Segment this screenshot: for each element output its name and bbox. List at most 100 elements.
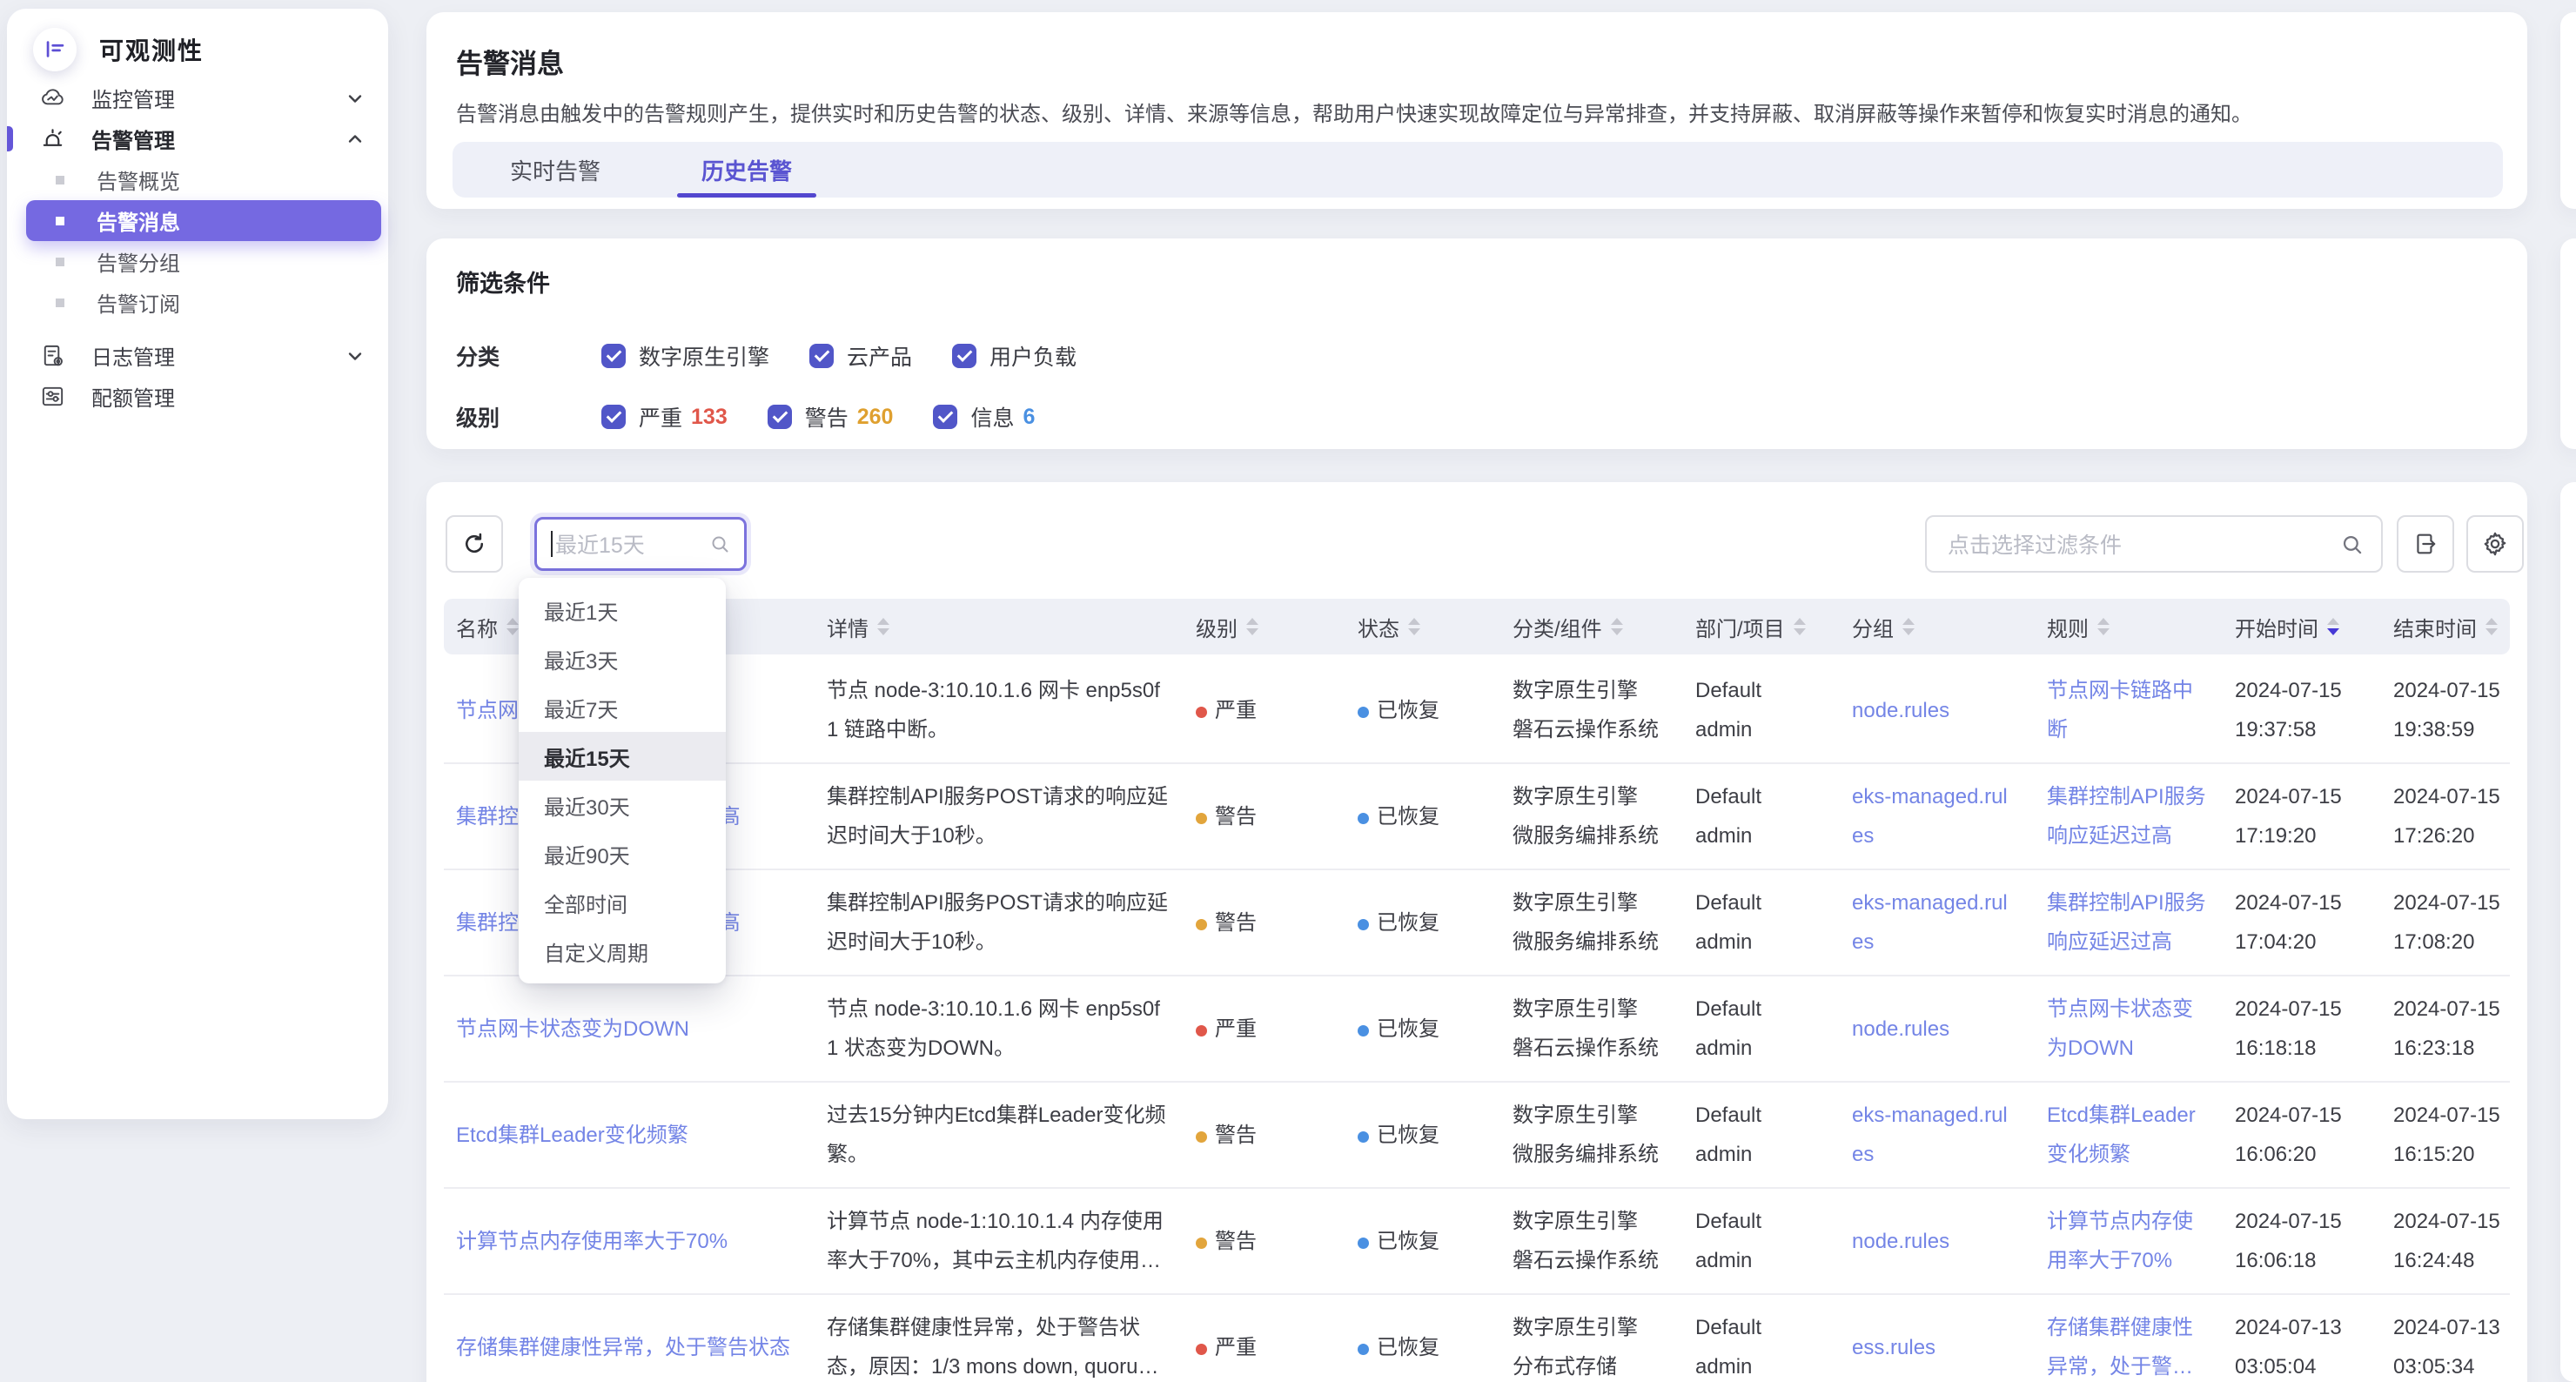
column-header-end[interactable]: 结束时间 bbox=[2393, 612, 2506, 642]
column-header-level[interactable]: 级别 bbox=[1196, 612, 1358, 642]
sidebar-item-monitor[interactable]: 监控管理 bbox=[7, 77, 388, 118]
cell-line: 集群控制API服务 bbox=[2047, 777, 2212, 816]
group-link[interactable]: node.rules bbox=[1852, 691, 2017, 730]
column-header-group[interactable]: 分组 bbox=[1852, 612, 2047, 642]
rule-link[interactable]: 节点网卡状态变为DOWN bbox=[2047, 990, 2212, 1068]
cell-name: 计算节点内存使用率大于70% bbox=[444, 1222, 827, 1261]
checkbox-checked-icon[interactable] bbox=[768, 405, 792, 429]
rule-link[interactable]: 集群控制API服务响应延迟过高 bbox=[2047, 777, 2212, 855]
refresh-button[interactable] bbox=[446, 515, 503, 573]
alert-name-link[interactable]: 计算节点内存使用率大于70% bbox=[456, 1230, 728, 1253]
sidebar-item-alert-messages[interactable]: 告警消息 bbox=[26, 200, 381, 241]
cell-line: es bbox=[1852, 1135, 2017, 1174]
column-header-rule[interactable]: 规则 bbox=[2047, 612, 2235, 642]
alert-name-link[interactable]: Etcd集群Leader变化频繁 bbox=[456, 1124, 688, 1147]
sidebar-item-alert-overview[interactable]: 告警概览 bbox=[26, 159, 381, 200]
filter-option[interactable]: 云产品 bbox=[809, 340, 912, 372]
group-link[interactable]: ess.rules bbox=[1852, 1328, 2017, 1367]
sort-arrows-icon[interactable] bbox=[1794, 618, 1806, 635]
sidebar-item-alert-subscriptions[interactable]: 告警订阅 bbox=[26, 282, 381, 323]
cell-line: 磐石云操作系统 bbox=[1513, 710, 1695, 749]
sidebar-toggle-button[interactable] bbox=[33, 28, 77, 71]
filter-option[interactable]: 数字原生引擎 bbox=[601, 340, 769, 372]
group-link[interactable]: eks-managed.rules bbox=[1852, 1096, 2017, 1174]
cell-line: 计算节点 node-1:10.10.1.4 内存使用 bbox=[827, 1202, 1177, 1241]
checkbox-checked-icon[interactable] bbox=[952, 344, 976, 368]
time-option[interactable]: 自定义周期 bbox=[519, 927, 726, 976]
cell-line: Default bbox=[1695, 1096, 1852, 1135]
sidebar-item-alert[interactable]: 告警管理 bbox=[7, 118, 388, 159]
cell-line: 分布式存储 bbox=[1513, 1347, 1695, 1382]
rule-link[interactable]: 计算节点内存使用率大于70% bbox=[2047, 1202, 2212, 1280]
sidebar-item-logs[interactable]: 日志管理 bbox=[7, 335, 388, 376]
sort-arrows-icon[interactable] bbox=[506, 618, 519, 635]
time-range-input[interactable]: 最近15天 bbox=[534, 517, 747, 571]
tab-realtime-alerts[interactable]: 实时告警 bbox=[486, 142, 625, 198]
filter-option[interactable]: 严重133 bbox=[601, 401, 728, 433]
cell-rule: 节点网卡状态变为DOWN bbox=[2047, 990, 2235, 1068]
column-header-dept[interactable]: 部门/项目 bbox=[1695, 612, 1852, 642]
cell-rule: 集群控制API服务响应延迟过高 bbox=[2047, 777, 2235, 855]
level-dot-icon bbox=[1196, 1344, 1207, 1355]
sort-arrows-icon[interactable] bbox=[877, 618, 889, 635]
cell-line: ess.rules bbox=[1852, 1328, 2017, 1367]
table-body: 节点网卡链路中断节点 node-3:10.10.1.6 网卡 enp5s0f1 … bbox=[444, 658, 2510, 1382]
time-option[interactable]: 全部时间 bbox=[519, 878, 726, 927]
rule-link[interactable]: 集群控制API服务响应延迟过高 bbox=[2047, 883, 2212, 962]
sidebar-item-quota[interactable]: 配额管理 bbox=[7, 376, 388, 417]
sort-arrows-icon[interactable] bbox=[1246, 618, 1258, 635]
time-option[interactable]: 最近30天 bbox=[519, 781, 726, 829]
page-title: 告警消息 bbox=[456, 42, 2527, 81]
group-link[interactable]: node.rules bbox=[1852, 1222, 2017, 1261]
group-link[interactable]: node.rules bbox=[1852, 1010, 2017, 1049]
column-header-status[interactable]: 状态 bbox=[1358, 612, 1513, 642]
settings-button[interactable] bbox=[2466, 515, 2524, 573]
filter-option[interactable]: 用户负载 bbox=[952, 340, 1077, 372]
rule-link[interactable]: 节点网卡链路中断 bbox=[2047, 671, 2212, 749]
time-option[interactable]: 最近3天 bbox=[519, 634, 726, 683]
cell-line: 存储集群健康性异常，处于警告状 bbox=[827, 1308, 1177, 1347]
sort-arrows-icon[interactable] bbox=[1902, 618, 1915, 635]
checkbox-checked-icon[interactable] bbox=[933, 405, 957, 429]
rule-link[interactable]: 存储集群健康性异常，处于警… bbox=[2047, 1308, 2212, 1382]
table-filter-input[interactable]: 点击选择过滤条件 bbox=[1925, 515, 2383, 573]
cell-line: 数字原生引擎 bbox=[1513, 1308, 1695, 1347]
sort-arrows-icon[interactable] bbox=[1611, 618, 1623, 635]
column-header-start[interactable]: 开始时间 bbox=[2235, 612, 2393, 642]
tab-history-alerts[interactable]: 历史告警 bbox=[677, 142, 816, 198]
filter-option[interactable]: 警告260 bbox=[768, 401, 894, 433]
column-header-details[interactable]: 详情 bbox=[827, 612, 1196, 642]
sort-desc-icon bbox=[506, 628, 519, 635]
cell-line: 17:04:20 bbox=[2235, 922, 2393, 962]
sort-arrows-icon[interactable] bbox=[2327, 618, 2339, 635]
chevron-up-icon bbox=[345, 129, 366, 150]
rule-link[interactable]: Etcd集群Leader变化频繁 bbox=[2047, 1096, 2212, 1174]
table-row: 计算节点内存使用率大于70% 计算节点 node-1:10.10.1.4 内存使用… bbox=[444, 1189, 2510, 1295]
time-option[interactable]: 最近7天 bbox=[519, 683, 726, 732]
sort-arrows-icon[interactable] bbox=[1408, 618, 1420, 635]
checkbox-checked-icon[interactable] bbox=[809, 344, 834, 368]
sort-asc-icon bbox=[1902, 618, 1915, 625]
checkbox-checked-icon[interactable] bbox=[601, 344, 626, 368]
cell-line: 16:18:18 bbox=[2235, 1029, 2393, 1068]
alert-name-link[interactable]: 节点网卡状态变为DOWN bbox=[456, 1017, 689, 1041]
time-option[interactable]: 最近1天 bbox=[519, 586, 726, 634]
sort-arrows-icon[interactable] bbox=[2485, 618, 2498, 635]
filter-option[interactable]: 信息6 bbox=[933, 401, 1035, 433]
sidebar-item-alert-groups[interactable]: 告警分组 bbox=[26, 241, 381, 282]
cell-department: Defaultadmin bbox=[1695, 1308, 1852, 1382]
group-link[interactable]: eks-managed.rules bbox=[1852, 883, 2017, 962]
group-link[interactable]: eks-managed.rules bbox=[1852, 777, 2017, 855]
cell-line: 为DOWN bbox=[2047, 1029, 2212, 1068]
alert-name-link[interactable]: 存储集群健康性异常，处于警告状态 bbox=[456, 1336, 790, 1359]
sort-arrows-icon[interactable] bbox=[2097, 618, 2110, 635]
column-header-cat[interactable]: 分类/组件 bbox=[1513, 612, 1695, 642]
export-button[interactable] bbox=[2397, 515, 2454, 573]
level-label: 警告 bbox=[1215, 805, 1257, 829]
cell-group: ess.rules bbox=[1852, 1328, 2047, 1367]
time-option[interactable]: 最近15天 bbox=[519, 732, 726, 781]
time-option[interactable]: 最近90天 bbox=[519, 829, 726, 878]
text-cursor bbox=[551, 531, 553, 557]
checkbox-checked-icon[interactable] bbox=[601, 405, 626, 429]
cell-level: 严重 bbox=[1196, 1010, 1358, 1049]
